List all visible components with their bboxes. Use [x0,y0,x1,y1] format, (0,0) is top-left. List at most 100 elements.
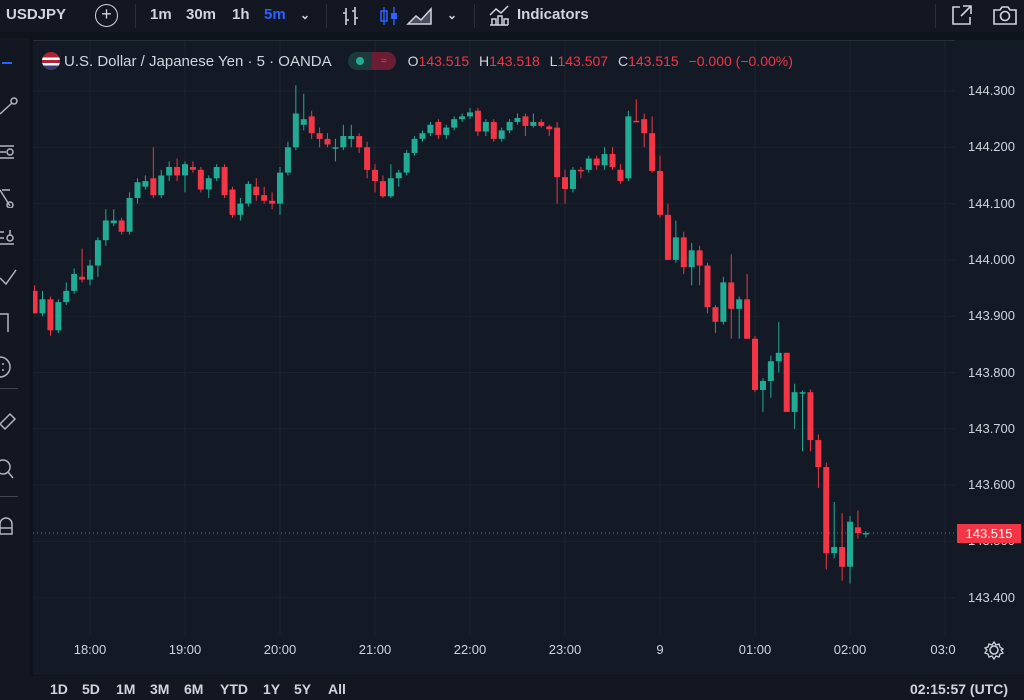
candle-down [728,282,734,308]
candles-chart-type-icon[interactable] [378,5,400,27]
candle-up [142,181,148,187]
text-icon[interactable] [0,312,22,334]
low-value: 143.507 [557,53,608,69]
interval-30m[interactable]: 30m [186,6,216,23]
brush-icon[interactable] [0,268,22,290]
candle-up [586,159,592,170]
settings-gear-icon[interactable] [984,640,1004,660]
time-tick-label: 22:00 [454,642,487,657]
candle-down [79,277,85,280]
candle-up [625,116,631,178]
indicators-icon[interactable] [487,4,511,26]
range-5y-button[interactable]: 5Y [294,681,311,697]
camera-icon[interactable] [992,3,1018,27]
zoom-icon[interactable] [0,458,22,480]
bar-chart-type-icon[interactable] [340,5,362,27]
candle-down [522,116,528,126]
candle-down [325,139,331,145]
pattern-icon[interactable] [0,186,22,208]
fullscreen-icon[interactable] [950,3,974,27]
add-symbol-icon[interactable]: + [95,4,118,27]
time-tick-label: 20:00 [264,642,297,657]
candle-down [562,177,568,189]
candle-down [594,159,600,166]
range-1d-button[interactable]: 1D [50,681,68,697]
candle-up [404,153,410,173]
candle-down [198,170,204,190]
interval-dropdown-chevron-icon[interactable]: ⌄ [300,8,310,22]
interval-5m[interactable]: 5m [264,6,286,23]
chart-type-chevron-icon[interactable]: ⌄ [447,8,457,22]
candle-up [348,136,354,139]
time-tick-label: 9 [656,642,663,657]
high-value: 143.518 [489,53,540,69]
price-tick-label: 143.800 [968,365,1015,380]
time-tick-label: 18:00 [74,642,107,657]
prediction-icon[interactable] [0,228,22,250]
candle-up [530,122,536,126]
indicators-button[interactable]: Indicators [517,6,589,23]
range-3m-button[interactable]: 3M [150,681,169,697]
range-1y-button[interactable]: 1Y [263,681,280,697]
time-tick-label: 03:0 [930,642,955,657]
candle-down [47,299,53,330]
crosshair-icon[interactable] [2,62,12,64]
candle-up [388,178,394,196]
range-5d-button[interactable]: 5D [82,681,100,697]
candle-down [649,133,655,171]
range-all-button[interactable]: All [328,681,346,697]
utc-clock[interactable]: 02:15:57 (UTC) [910,681,1008,697]
candle-down [610,154,616,167]
candle-down [364,147,370,170]
candle-up [459,116,465,119]
price-tick-label: 144.200 [968,139,1015,154]
area-chart-type-icon[interactable] [406,5,434,27]
interval-1h[interactable]: 1h [232,6,250,23]
candle-down [744,299,750,338]
candle-up [245,184,251,204]
candle-down [190,167,196,170]
candle-down [253,187,259,195]
candle-down [380,181,386,196]
candle-down [855,527,861,533]
candle-up [507,122,513,130]
candle-up [602,154,608,165]
candle-up [760,381,766,390]
candle-up [412,139,418,153]
trend-line-icon[interactable] [0,94,22,116]
emoji-icon[interactable] [0,356,22,378]
candle-down [491,122,497,139]
candle-up [332,147,338,149]
range-1m-button[interactable]: 1M [116,681,135,697]
candle-up [792,392,798,412]
time-tick-label: 01:00 [739,642,772,657]
candle-down [657,171,663,215]
magnet-icon[interactable] [0,514,22,536]
candle-up [736,299,742,309]
range-6m-button[interactable]: 6M [184,681,203,697]
symbol-search[interactable]: USDJPY [6,6,66,23]
ruler-icon[interactable] [0,410,22,432]
candle-down [33,291,38,314]
candle-up [340,136,346,147]
interval-1m[interactable]: 1m [150,6,172,23]
last-price-tag: 143.515 [957,524,1021,543]
candle-down [230,190,236,215]
candlestick-chart[interactable] [33,40,955,635]
candle-up [39,299,45,313]
market-open-dot-icon [348,52,372,70]
top-toolbar: USDJPY + 1m 30m 1h 5m ⌄ ⌄ Indicators [0,0,1024,32]
market-status-toggle[interactable]: ≈ [348,52,396,70]
candle-up [135,182,141,198]
symbol-title[interactable]: U.S. Dollar / Japanese Yen · 5 · OANDA [64,53,332,70]
candle-down [697,250,703,265]
price-tick-label: 143.600 [968,477,1015,492]
candle-up [111,220,117,223]
time-tick-label: 23:00 [549,642,582,657]
candle-up [214,167,220,178]
candle-up [55,302,61,330]
candle-down [823,467,829,553]
fib-retracement-icon[interactable] [0,142,22,164]
candle-down [784,353,790,412]
range-ytd-button[interactable]: YTD [220,681,248,697]
